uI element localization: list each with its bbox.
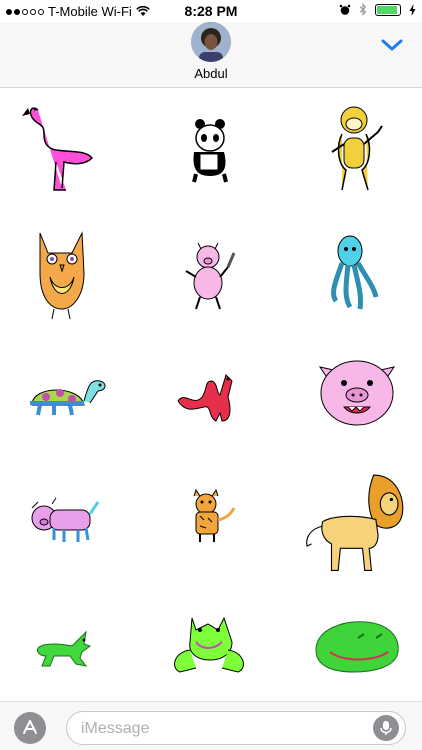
sticker-monkey[interactable] (302, 94, 412, 204)
frog-icon (174, 616, 244, 673)
lion-icon (306, 474, 404, 572)
sticker-green-blob[interactable] (302, 594, 412, 704)
contact-name[interactable]: Abdul (0, 66, 422, 81)
chevron-down-icon[interactable] (380, 36, 404, 54)
tiger-icon (193, 488, 236, 542)
battery-level (377, 5, 397, 14)
sticker-flamingo[interactable] (10, 94, 120, 204)
sticker-panda[interactable] (156, 94, 266, 204)
conversation-header: Abdul (0, 22, 422, 88)
sticker-green-dog[interactable] (10, 594, 120, 704)
purple-pig-icon (31, 497, 100, 542)
battery-icon (375, 3, 401, 16)
app-store-button[interactable] (14, 712, 46, 744)
monkey-icon (331, 106, 383, 191)
message-input[interactable] (81, 718, 361, 740)
microphone-icon (380, 721, 392, 735)
panda-icon (192, 119, 228, 183)
sticker-tiger[interactable] (156, 464, 266, 574)
sticker-owl[interactable] (10, 217, 120, 327)
pig-face-icon (318, 360, 396, 426)
avatar[interactable] (191, 22, 231, 62)
flamingo-icon (22, 107, 93, 191)
sticker-octopus[interactable] (302, 217, 412, 327)
app-store-icon (23, 720, 37, 734)
sticker-lion[interactable] (296, 464, 418, 586)
message-input-bar (0, 701, 422, 750)
microphone-button[interactable] (373, 715, 399, 741)
status-bar: T-Mobile Wi-Fi 8:28 PM (0, 0, 422, 22)
green-dog-icon (37, 630, 92, 667)
owl-icon (39, 231, 85, 320)
sticker-pig-face[interactable] (302, 341, 412, 451)
octopus-icon (331, 235, 379, 310)
turtle-icon (30, 380, 106, 416)
sticker-red-dragon[interactable] (156, 341, 266, 451)
red-dragon-icon (177, 374, 233, 422)
alarm-icon (339, 4, 351, 15)
message-field[interactable] (66, 711, 406, 745)
status-icons (339, 3, 416, 16)
green-blob-icon (315, 621, 399, 673)
sticker-grid (0, 89, 422, 701)
avatar-photo (191, 22, 231, 62)
bluetooth-icon (359, 3, 367, 16)
sticker-pig-with-knife[interactable] (156, 217, 266, 327)
sticker-frog[interactable] (156, 594, 266, 704)
pig-with-knife-icon (185, 242, 236, 310)
sticker-purple-pig[interactable] (10, 464, 120, 574)
sticker-turtle[interactable] (10, 341, 120, 451)
charging-bolt-icon (409, 3, 416, 16)
